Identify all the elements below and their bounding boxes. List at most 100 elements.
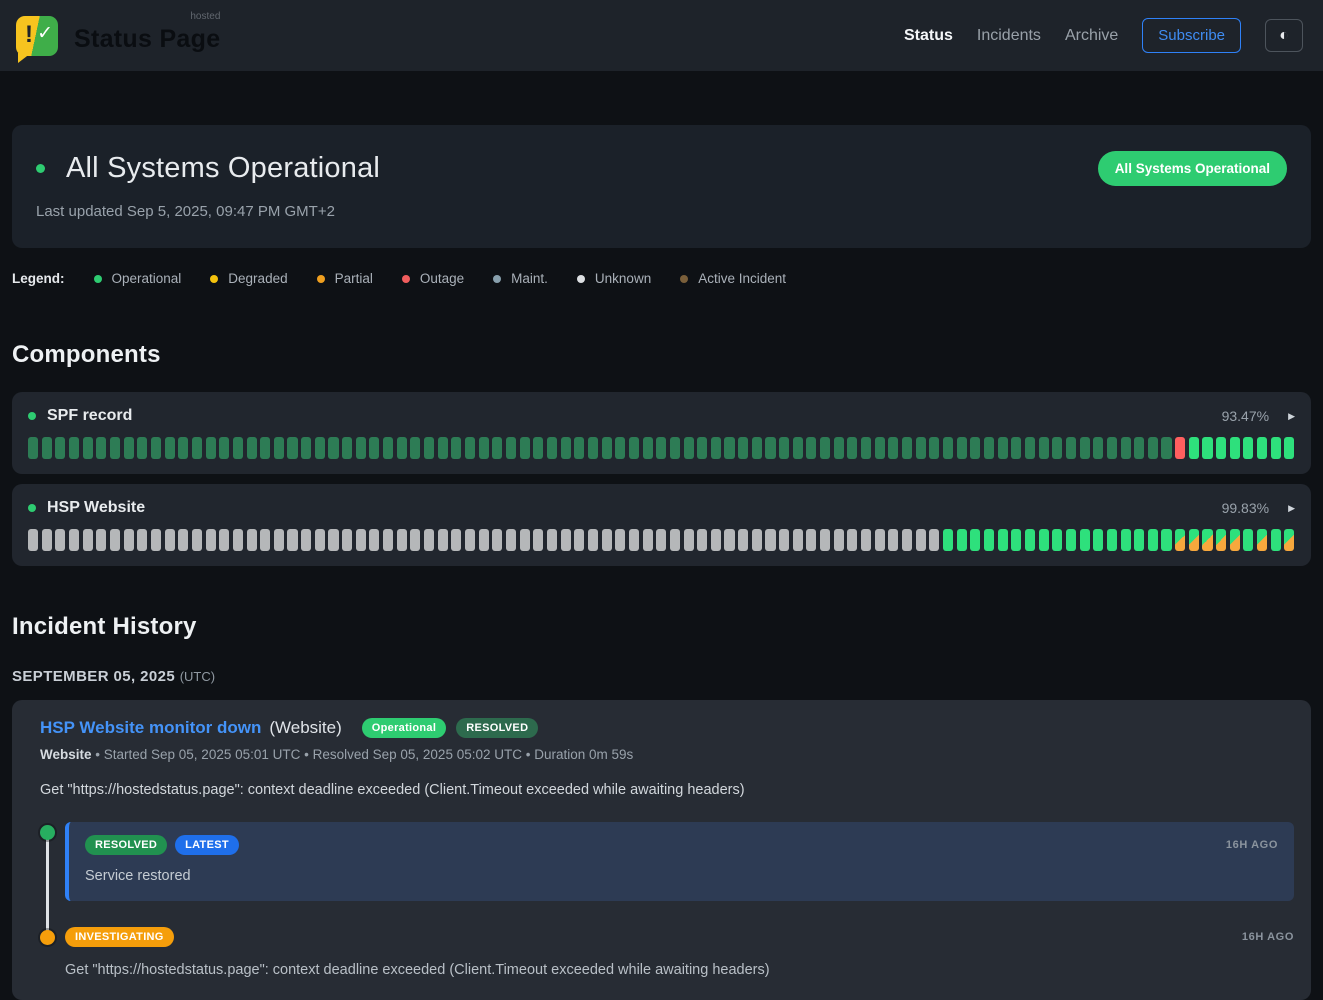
uptime-bar[interactable] [547, 437, 557, 459]
uptime-bar[interactable] [875, 529, 885, 551]
uptime-bar[interactable] [752, 437, 762, 459]
uptime-bar[interactable] [588, 529, 598, 551]
subscribe-button[interactable]: Subscribe [1142, 18, 1241, 53]
uptime-bar[interactable] [533, 529, 543, 551]
uptime-bar[interactable] [287, 529, 297, 551]
uptime-bar[interactable] [574, 437, 584, 459]
uptime-bar[interactable] [984, 437, 994, 459]
uptime-bar[interactable] [1175, 529, 1185, 551]
uptime-bar[interactable] [1243, 437, 1253, 459]
uptime-bar[interactable] [970, 529, 980, 551]
nav-item-archive[interactable]: Archive [1065, 27, 1118, 45]
uptime-bar[interactable] [192, 529, 202, 551]
uptime-bar[interactable] [561, 529, 571, 551]
uptime-bar[interactable] [929, 437, 939, 459]
uptime-bar[interactable] [765, 529, 775, 551]
uptime-bar[interactable] [151, 529, 161, 551]
uptime-bar[interactable] [465, 437, 475, 459]
uptime-bar[interactable] [697, 529, 707, 551]
uptime-bar[interactable] [219, 529, 229, 551]
uptime-bar[interactable] [1080, 529, 1090, 551]
uptime-bar[interactable] [274, 437, 284, 459]
uptime-bar[interactable] [206, 529, 216, 551]
uptime-bar[interactable] [1134, 437, 1144, 459]
uptime-bar[interactable] [96, 437, 106, 459]
uptime-bar[interactable] [629, 529, 639, 551]
uptime-bar[interactable] [643, 529, 653, 551]
uptime-bar[interactable] [451, 529, 461, 551]
uptime-bar[interactable] [724, 437, 734, 459]
uptime-bar[interactable] [1216, 437, 1226, 459]
uptime-bar[interactable] [916, 437, 926, 459]
uptime-bar[interactable] [520, 437, 530, 459]
uptime-bar[interactable] [1121, 437, 1131, 459]
uptime-bar[interactable] [793, 529, 803, 551]
uptime-bar[interactable] [602, 529, 612, 551]
expand-arrow-icon[interactable]: ▶ [1288, 503, 1295, 514]
uptime-bar[interactable] [410, 529, 420, 551]
uptime-bar[interactable] [137, 529, 147, 551]
uptime-bar[interactable] [1189, 529, 1199, 551]
uptime-bar[interactable] [55, 437, 65, 459]
uptime-bar[interactable] [1039, 437, 1049, 459]
uptime-bar[interactable] [328, 529, 338, 551]
uptime-bar[interactable] [383, 529, 393, 551]
uptime-bar[interactable] [1148, 437, 1158, 459]
uptime-bar[interactable] [998, 529, 1008, 551]
uptime-bar[interactable] [861, 437, 871, 459]
uptime-bar[interactable] [711, 529, 721, 551]
nav-item-status[interactable]: Status [904, 27, 953, 45]
uptime-bar[interactable] [861, 529, 871, 551]
uptime-bar[interactable] [356, 529, 366, 551]
uptime-bar[interactable] [916, 529, 926, 551]
uptime-bar[interactable] [1257, 529, 1267, 551]
uptime-bar[interactable] [315, 529, 325, 551]
uptime-bar[interactable] [165, 529, 175, 551]
incident-title-link[interactable]: HSP Website monitor down [40, 718, 261, 738]
uptime-bar[interactable] [1284, 437, 1294, 459]
uptime-bar[interactable] [438, 437, 448, 459]
uptime-bar[interactable] [397, 529, 407, 551]
uptime-bar[interactable] [656, 529, 666, 551]
uptime-bar[interactable] [165, 437, 175, 459]
uptime-bar[interactable] [479, 529, 489, 551]
uptime-bar[interactable] [424, 529, 434, 551]
uptime-bar[interactable] [55, 529, 65, 551]
uptime-bar[interactable] [424, 437, 434, 459]
uptime-bar[interactable] [287, 437, 297, 459]
uptime-bar[interactable] [738, 529, 748, 551]
uptime-bar[interactable] [847, 529, 857, 551]
uptime-bar[interactable] [178, 437, 188, 459]
uptime-bar[interactable] [465, 529, 475, 551]
uptime-bar[interactable] [520, 529, 530, 551]
uptime-bar[interactable] [834, 529, 844, 551]
uptime-bar[interactable] [793, 437, 803, 459]
uptime-bar[interactable] [820, 437, 830, 459]
uptime-bar[interactable] [738, 437, 748, 459]
uptime-bar[interactable] [1066, 437, 1076, 459]
uptime-bar[interactable] [684, 437, 694, 459]
uptime-bar[interactable] [533, 437, 543, 459]
uptime-bar[interactable] [83, 529, 93, 551]
uptime-bar[interactable] [1080, 437, 1090, 459]
uptime-bar[interactable] [1011, 529, 1021, 551]
uptime-bar[interactable] [1161, 529, 1171, 551]
uptime-bar[interactable] [369, 437, 379, 459]
uptime-bar[interactable] [615, 529, 625, 551]
uptime-bar[interactable] [96, 529, 106, 551]
uptime-bar[interactable] [260, 529, 270, 551]
uptime-bar[interactable] [684, 529, 694, 551]
uptime-bar[interactable] [574, 529, 584, 551]
uptime-bar[interactable] [1052, 437, 1062, 459]
uptime-bar[interactable] [438, 529, 448, 551]
uptime-bar[interactable] [779, 437, 789, 459]
uptime-bar[interactable] [806, 437, 816, 459]
uptime-bar[interactable] [110, 529, 120, 551]
uptime-bar[interactable] [547, 529, 557, 551]
uptime-bar[interactable] [588, 437, 598, 459]
uptime-bar[interactable] [219, 437, 229, 459]
uptime-bar[interactable] [970, 437, 980, 459]
uptime-bar[interactable] [110, 437, 120, 459]
uptime-bar[interactable] [1025, 437, 1035, 459]
uptime-bar[interactable] [124, 437, 134, 459]
